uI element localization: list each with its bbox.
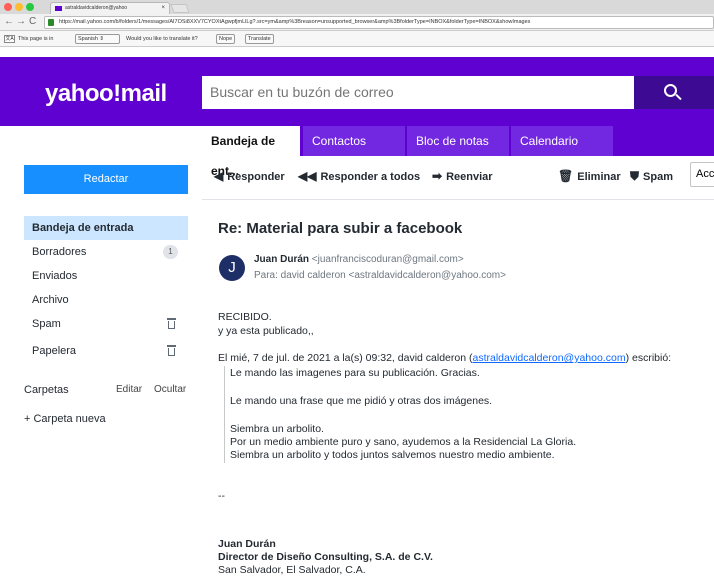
shield-icon: ⛊	[630, 169, 640, 183]
spam-button[interactable]: ⛊ Spam	[630, 169, 673, 184]
reply-icon: ◀	[214, 169, 224, 183]
sender-name[interactable]: Juan Durán	[254, 254, 309, 265]
signature-title: Director de Diseño Consulting, S.A. de C…	[218, 551, 433, 563]
quote-intro: El mié, 7 de jul. de 2021 a la(s) 09:32,…	[218, 352, 672, 364]
recipient-line: Para: david calderon <astraldavidcaldero…	[254, 270, 506, 281]
message-subject: Re: Material para subir a facebook	[218, 220, 463, 237]
sidebar-item-drafts[interactable]: Borradores 1	[24, 240, 188, 264]
compose-button[interactable]: Redactar	[24, 165, 188, 194]
browser-tab-title: astraldavidcalderon@yahoo	[65, 5, 128, 11]
sender-line: Juan Durán <juanfranciscoduran@gmail.com…	[254, 254, 464, 265]
quote-line: Por un medio ambiente puro y sano, ayude…	[230, 436, 577, 448]
sidebar-item-label: Spam	[32, 318, 61, 330]
tab-notepad[interactable]: Bloc de notas	[407, 126, 511, 156]
browser-tab-bar: astraldavidcalderon@yahoo ×	[0, 0, 714, 14]
translate-button[interactable]: Translate	[245, 34, 274, 44]
sidebar-item-archive[interactable]: Archivo	[24, 288, 188, 312]
tab-calendar[interactable]: Calendario	[511, 126, 615, 156]
edit-folders-link[interactable]: Editar	[116, 384, 142, 395]
hide-folders-link[interactable]: Ocultar	[154, 384, 186, 395]
delete-button[interactable]: 🗑 Eliminar	[558, 169, 621, 183]
nav-tabs: Bandeja de ent... Contactos Bloc de nota…	[202, 126, 714, 178]
translate-text: This page is in	[18, 36, 54, 42]
reply-button[interactable]: ◀ Responder	[214, 169, 285, 183]
actions-button[interactable]: Acc	[690, 162, 714, 187]
signature-separator: --	[218, 490, 225, 502]
search-button[interactable]	[634, 76, 714, 109]
yahoo-favicon-icon	[55, 6, 62, 11]
signature-name: Juan Durán	[218, 538, 276, 550]
sidebar-item-label: Papelera	[32, 345, 77, 357]
lock-icon	[48, 19, 54, 26]
language-select[interactable]: Spanish ⇕	[75, 34, 120, 44]
drafts-count-badge: 1	[163, 245, 178, 259]
quote-line: Le mando una frase que me pidió y otras …	[230, 395, 493, 407]
yahoo-mail-logo[interactable]: yahoo!mail	[45, 80, 167, 108]
sidebar-item-inbox[interactable]: Bandeja de entrada	[24, 216, 188, 240]
address-bar: ← → C https://mail.yahoo.com/b/folders/1…	[0, 14, 714, 31]
folders-heading: Carpetas	[24, 384, 69, 396]
reply-all-button[interactable]: ◀◀ Responder a todos	[298, 169, 420, 183]
close-window-icon[interactable]	[4, 3, 12, 11]
divider	[202, 199, 714, 200]
sidebar-item-label: Bandeja de entrada	[32, 222, 134, 234]
sidebar-item-label: Enviados	[32, 270, 78, 282]
minimize-window-icon[interactable]	[15, 3, 23, 11]
forward-icon: ➡	[432, 169, 443, 183]
browser-tab[interactable]: astraldavidcalderon@yahoo ×	[50, 2, 170, 14]
tab-inbox[interactable]: Bandeja de ent...	[202, 126, 302, 178]
quote-line: Siembra un arbolito y todos juntos salve…	[230, 449, 555, 461]
maximize-window-icon[interactable]	[26, 3, 34, 11]
translate-bar: 文A This page is in Spanish ⇕ Would you l…	[0, 31, 714, 47]
sidebar-item-label: Borradores	[32, 246, 87, 258]
avatar[interactable]: J	[219, 255, 245, 281]
sidebar-item-label: Archivo	[32, 294, 69, 306]
quote-line: Le mando las imagenes para su publicació…	[230, 367, 480, 379]
new-tab-button[interactable]	[170, 4, 190, 13]
tab-close-icon[interactable]: ×	[161, 3, 165, 14]
quoted-email-link[interactable]: astraldavidcalderon@yahoo.com	[472, 352, 625, 364]
signature-city: San Salvador, El Salvador, C.A.	[218, 564, 366, 576]
sidebar-item-spam[interactable]: Spam	[24, 312, 188, 336]
sidebar-item-sent[interactable]: Enviados	[24, 264, 188, 288]
sidebar-item-trash[interactable]: Papelera	[24, 339, 188, 363]
trash-icon: 🗑	[558, 169, 574, 183]
url-text: https://mail.yahoo.com/b/folders/1/messa…	[59, 19, 531, 25]
nope-button[interactable]: Nope	[216, 34, 236, 44]
back-icon[interactable]: ←	[4, 16, 14, 27]
quote-line: Siembra un arbolito.	[230, 423, 324, 435]
translate-icon: 文A	[4, 35, 15, 43]
sender-email: <juanfranciscoduran@gmail.com>	[311, 254, 464, 265]
body-line: y ya esta publicado,,	[218, 325, 314, 337]
body-line: RECIBIDO.	[218, 311, 272, 323]
url-field[interactable]: https://mail.yahoo.com/b/folders/1/messa…	[44, 16, 714, 29]
translate-question: Would you like to translate it?	[126, 36, 198, 42]
reload-icon[interactable]: C	[29, 16, 36, 27]
tab-contacts[interactable]: Contactos	[303, 126, 407, 156]
forward-button[interactable]: ➡ Reenviar	[432, 169, 493, 183]
forward-icon[interactable]: →	[16, 16, 26, 27]
search-input[interactable]	[202, 76, 634, 109]
new-folder-link[interactable]: + Carpeta nueva	[24, 413, 106, 425]
reply-all-icon: ◀◀	[298, 169, 317, 183]
empty-trash-icon[interactable]	[167, 345, 176, 356]
message-toolbar: ◀ Responder ◀◀ Responder a todos ➡ Reenviar…	[202, 161, 714, 189]
empty-spam-trash-icon[interactable]	[167, 318, 176, 329]
